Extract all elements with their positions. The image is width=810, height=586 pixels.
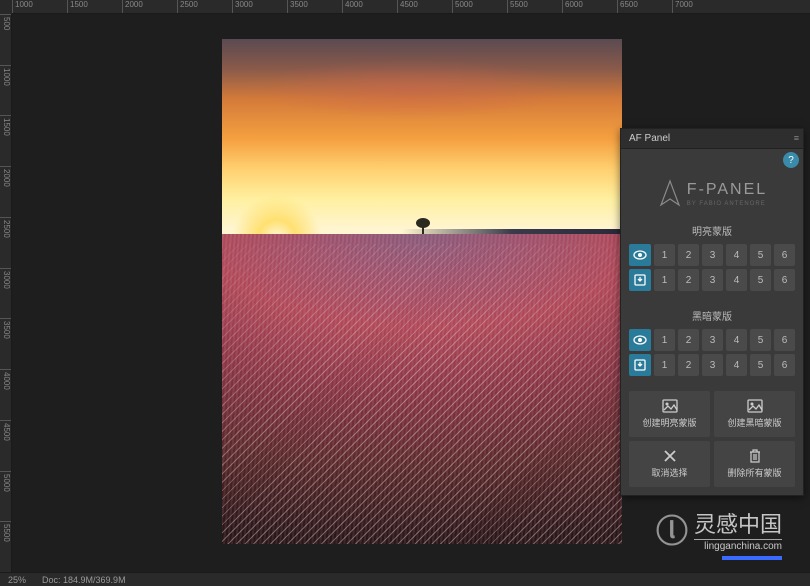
panel-title: AF Panel [629,133,670,144]
light-view-4[interactable]: 4 [726,244,747,266]
zoom-level[interactable]: 25% [8,575,26,585]
image-tree [414,218,432,234]
image-icon [662,399,678,413]
save-icon[interactable] [629,354,651,376]
dark-view-6[interactable]: 6 [774,329,795,351]
light-save-2[interactable]: 2 [678,269,699,291]
dark-view-1[interactable]: 1 [654,329,675,351]
close-icon [663,449,677,463]
save-icon[interactable] [629,269,651,291]
light-save-4[interactable]: 4 [726,269,747,291]
dark-save-2[interactable]: 2 [678,354,699,376]
light-view-1[interactable]: 1 [654,244,675,266]
dark-save-6[interactable]: 6 [774,354,795,376]
image-icon [747,399,763,413]
dark-mask-group: 黑暗蒙版 1 2 3 4 5 6 1 2 3 4 5 6 [621,302,803,387]
light-view-3[interactable]: 3 [702,244,723,266]
action-buttons: 创建明亮蒙版 创建黑暗蒙版 取消选择 删除所有蒙版 [621,387,803,495]
delete-all-label: 删除所有蒙版 [727,466,781,479]
dark-save-3[interactable]: 3 [702,354,723,376]
delete-all-masks-button[interactable]: 删除所有蒙版 [714,441,795,487]
logo-text: F-PANEL [687,181,767,199]
create-light-label: 创建明亮蒙版 [642,416,696,429]
deselect-button[interactable]: 取消选择 [629,441,710,487]
af-panel: AF Panel ≡ ? F-PANEL BY FABIO ANTENORE 明… [620,128,804,496]
help-button[interactable]: ? [783,152,799,168]
create-dark-mask-button[interactable]: 创建黑暗蒙版 [714,391,795,437]
dark-view-3[interactable]: 3 [702,329,723,351]
logo-mark-icon [657,179,683,209]
status-bar: 25% Doc: 184.9M/369.9M [0,572,810,586]
create-light-mask-button[interactable]: 创建明亮蒙版 [629,391,710,437]
panel-tab[interactable]: AF Panel ≡ [621,129,803,149]
panel-logo: F-PANEL BY FABIO ANTENORE [621,171,803,217]
eye-icon[interactable] [629,244,651,266]
dark-view-2[interactable]: 2 [678,329,699,351]
vertical-ruler: 5001000150020002500300035004000450050005… [0,14,12,572]
light-mask-group: 明亮蒙版 1 2 3 4 5 6 1 2 3 4 5 6 [621,217,803,302]
dark-save-1[interactable]: 1 [654,354,675,376]
horizontal-ruler: 1000150020002500300035004000450050005500… [12,0,810,14]
light-mask-title: 明亮蒙版 [629,223,795,238]
image-clouds [252,59,572,119]
light-save-3[interactable]: 3 [702,269,723,291]
panel-menu-icon[interactable]: ≡ [794,133,799,143]
light-view-6[interactable]: 6 [774,244,795,266]
light-view-5[interactable]: 5 [750,244,771,266]
dark-mask-title: 黑暗蒙版 [629,308,795,323]
light-save-6[interactable]: 6 [774,269,795,291]
watermark-underline [722,556,782,560]
eye-icon[interactable] [629,329,651,351]
trash-icon [749,449,761,463]
document-canvas[interactable] [222,39,622,544]
deselect-label: 取消选择 [651,466,687,479]
selection-marching-ants [222,244,622,544]
doc-size: Doc: 184.9M/369.9M [42,575,126,585]
create-dark-label: 创建黑暗蒙版 [727,416,781,429]
dark-view-5[interactable]: 5 [750,329,771,351]
dark-save-5[interactable]: 5 [750,354,771,376]
dark-save-4[interactable]: 4 [726,354,747,376]
dark-view-4[interactable]: 4 [726,329,747,351]
light-save-1[interactable]: 1 [654,269,675,291]
light-save-5[interactable]: 5 [750,269,771,291]
light-view-2[interactable]: 2 [678,244,699,266]
logo-subtitle: BY FABIO ANTENORE [687,201,766,207]
